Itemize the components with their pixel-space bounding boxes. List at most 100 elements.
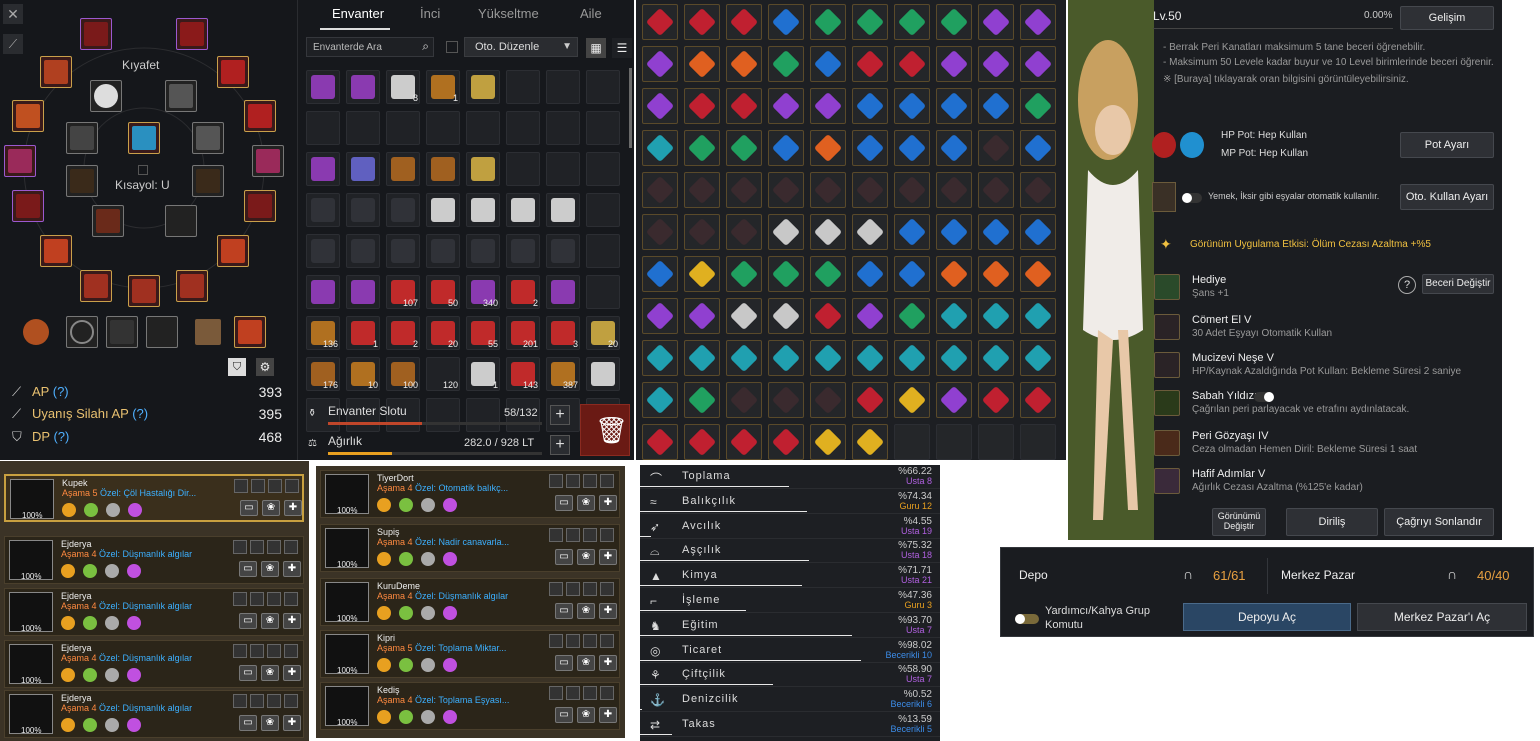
inventory-slot[interactable] [506,111,540,145]
inventory-slot[interactable] [586,357,620,391]
feed-icon[interactable]: ▭ [555,495,573,511]
feed-icon[interactable]: ▭ [555,707,573,723]
gift-icon[interactable]: ✚ [599,707,617,723]
gem-slot[interactable] [642,88,678,124]
gem-slot[interactable] [894,130,930,166]
inventory-slot[interactable] [586,111,620,145]
gem-slot[interactable] [642,172,678,208]
gem-slot[interactable] [978,340,1014,376]
inventory-slot[interactable] [306,70,340,104]
help-icon[interactable]: (?) [53,384,69,399]
inventory-slot[interactable] [386,152,420,186]
inventory-slot[interactable] [346,70,380,104]
paw-icon[interactable]: ❀ [262,500,280,516]
gem-slot[interactable] [642,298,678,334]
gift-icon[interactable]: ✚ [283,561,301,577]
gem-slot[interactable] [1020,382,1056,418]
gem-slot[interactable] [642,130,678,166]
gem-slot[interactable] [810,298,846,334]
tab-family[interactable]: Aile [580,6,602,21]
life-skill-row[interactable]: ♞ Eğitim %93.70 Usta 7 [640,614,940,638]
gem-slot[interactable] [936,382,972,418]
hair-slot[interactable] [90,80,122,112]
tab-inventory[interactable]: Envanter [332,6,384,21]
inventory-slot[interactable] [466,70,500,104]
tool-slot-2[interactable] [106,316,138,348]
inventory-slot[interactable] [426,193,460,227]
gift-icon[interactable]: ✚ [283,715,301,731]
inventory-slot[interactable] [426,234,460,268]
gem-slot[interactable] [1020,256,1056,292]
inventory-slot[interactable]: 1 [466,357,500,391]
inventory-slot[interactable] [586,275,620,309]
gem-slot[interactable] [768,298,804,334]
gem-slot[interactable] [642,424,678,460]
inventory-slot[interactable]: 20 [426,316,460,350]
inventory-slot[interactable]: 20 [586,316,620,350]
life-skill-row[interactable]: ⚘ Çiftçilik %58.90 Usta 7 [640,663,940,688]
life-skill-row[interactable]: ⌐ İşleme %47.36 Guru 3 [640,589,940,613]
gem-slot[interactable] [684,424,720,460]
gem-slot[interactable] [684,256,720,292]
open-market-button[interactable]: Merkez Pazar'ı Aç [1357,603,1527,631]
paw-icon[interactable]: ❀ [577,549,595,565]
awakening-slot[interactable] [92,205,124,237]
gear-icon[interactable]: ⚙ [256,358,274,376]
gem-slot[interactable] [1020,424,1056,460]
gem-slot[interactable] [978,46,1014,82]
gem-slot[interactable] [810,214,846,250]
gem-slot[interactable] [936,130,972,166]
inventory-slot[interactable] [306,234,340,268]
help-icon[interactable]: ? [1398,276,1416,294]
inventory-slot[interactable] [546,193,580,227]
gem-slot[interactable] [768,256,804,292]
gem-slot[interactable] [936,172,972,208]
gem-slot[interactable] [726,130,762,166]
pet-slot[interactable] [128,275,160,307]
gift-icon[interactable]: ✚ [599,495,617,511]
inventory-slot[interactable]: 10 [346,357,380,391]
pet-card[interactable]: 100% Ejderya Aşama 4 Özel: Düşmanlık algıl… [4,536,304,584]
gift-icon[interactable]: ✚ [284,500,302,516]
gift-icon[interactable]: ✚ [599,655,617,671]
list-view-icon[interactable]: ☰ [612,38,632,58]
feed-icon[interactable]: ▭ [555,603,573,619]
gem-slot[interactable] [684,4,720,40]
ring-slot-top[interactable] [176,18,208,50]
pet-card[interactable]: 100% Ejderya Aşama 4 Özel: Düşmanlık algıl… [4,588,304,636]
gem-slot[interactable] [894,340,930,376]
gloves-slot[interactable] [244,190,276,222]
skill-change-button[interactable]: Beceri Değiştir [1422,274,1494,294]
gem-slot[interactable] [852,130,888,166]
inventory-slot[interactable] [466,111,500,145]
inventory-slot[interactable] [546,234,580,268]
gem-slot[interactable] [978,424,1014,460]
tool-slot-1[interactable] [66,316,98,348]
gem-slot[interactable] [810,172,846,208]
gem-slot[interactable] [684,46,720,82]
gem-slot[interactable] [1020,88,1056,124]
inventory-slot[interactable] [306,152,340,186]
fairy-info-link[interactable]: ※ [Buraya] tıklayarak oran bilgisini gör… [1163,74,1409,85]
feed-icon[interactable]: ▭ [239,561,257,577]
pet-card[interactable]: 100% Kediş Aşama 4 Özel: Toplama Eşyası...… [320,682,620,730]
gem-slot[interactable] [726,88,762,124]
gem-slot[interactable] [852,88,888,124]
tool-slot-5[interactable] [234,316,266,348]
help-icon[interactable]: (?) [53,429,69,444]
inventory-slot[interactable] [466,398,500,432]
inventory-slot[interactable] [426,398,460,432]
gem-slot[interactable] [936,46,972,82]
sort-checkbox[interactable] [446,41,458,53]
gem-slot[interactable] [810,340,846,376]
gem-slot[interactable] [642,214,678,250]
armor-slot[interactable] [192,122,224,154]
pet-card[interactable]: 100% Kipri Aşama 5 Özel: Toplama Miktar...… [320,630,620,678]
gem-slot[interactable] [894,46,930,82]
gem-slot[interactable] [768,340,804,376]
paw-icon[interactable]: ❀ [261,665,279,681]
gem-slot[interactable] [936,340,972,376]
help-icon[interactable]: (?) [132,406,148,421]
gem-slot[interactable] [894,214,930,250]
group-command-toggle[interactable] [1015,614,1039,624]
